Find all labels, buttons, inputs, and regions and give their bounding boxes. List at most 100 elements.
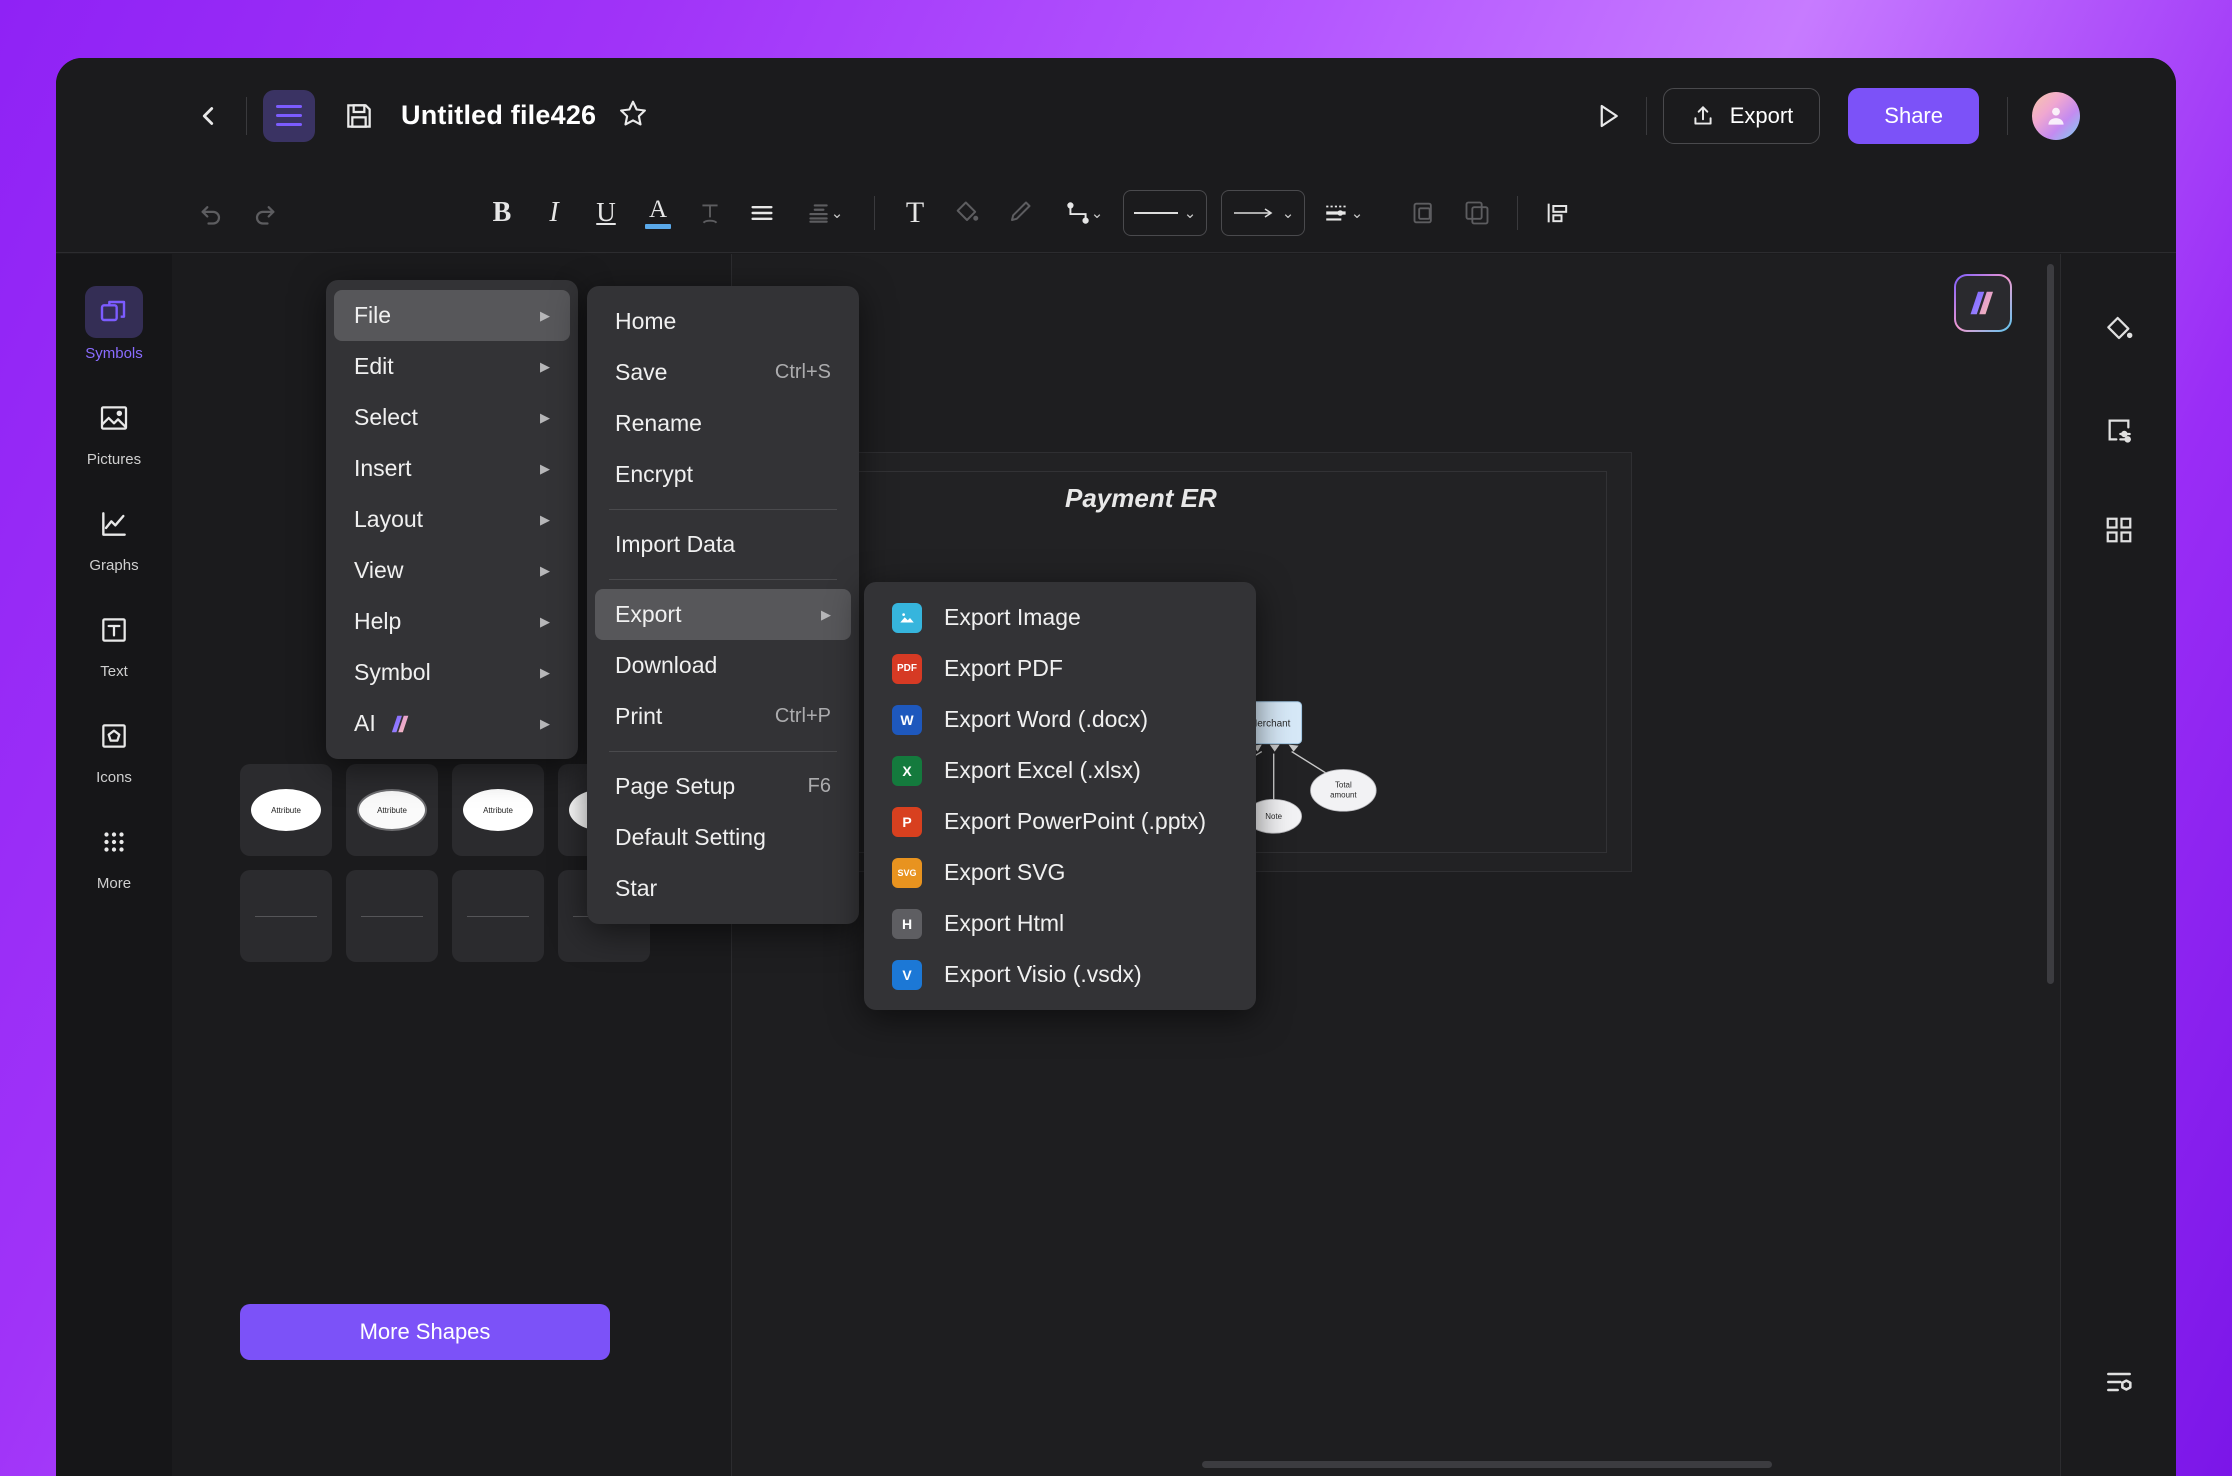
sidebar-item-symbols[interactable]: Symbols [68, 286, 160, 362]
menu-item-star[interactable]: Star [595, 863, 851, 914]
chevron-right-icon: ▶ [540, 511, 550, 527]
menu-item-export-powerpoint[interactable]: P Export PowerPoint (.pptx) [872, 796, 1248, 847]
app-window: Untitled file426 Export Share B I U A ⌄ … [56, 58, 2176, 1476]
sidebar-item-label: Symbols [85, 345, 143, 362]
italic-button[interactable]: I [528, 187, 580, 239]
fill-color-button[interactable] [941, 187, 993, 239]
text-shrink-icon [702, 203, 718, 223]
pictures-icon [100, 406, 128, 430]
list-settings-icon [2106, 1372, 2132, 1392]
toolbar-sep-1 [874, 195, 875, 230]
menu-item-ai[interactable]: AI ▶ [334, 698, 570, 749]
redo-button[interactable] [238, 187, 290, 239]
align-objects-button[interactable] [1532, 187, 1584, 239]
menu-item-symbol[interactable]: Symbol ▶ [334, 647, 570, 698]
brush-button[interactable] [993, 187, 1045, 239]
menu-item-export-word[interactable]: W Export Word (.docx) [872, 694, 1248, 745]
avatar[interactable] [2032, 91, 2080, 140]
menu-item-label: Export Word (.docx) [944, 706, 1149, 732]
shape-thumb[interactable]: Attribute [346, 764, 438, 856]
menu-item-default-setting[interactable]: Default Setting [595, 812, 851, 863]
menu-item-edit[interactable]: Edit ▶ [334, 341, 570, 392]
menu-item-file[interactable]: File ▶ [334, 290, 570, 341]
page-settings-button[interactable] [2093, 404, 2145, 456]
menu-item-export-image[interactable]: Export Image [872, 592, 1248, 643]
menu-item-export[interactable]: Export ▶ [595, 589, 851, 640]
layers-button[interactable] [1451, 187, 1503, 239]
canvas-horizontal-scrollbar[interactable] [1202, 1461, 1772, 1468]
arrow-style-select[interactable]: ⌄ [1221, 189, 1305, 236]
favorite-button[interactable] [618, 98, 648, 133]
menu-item-encrypt[interactable]: Encrypt [595, 449, 851, 500]
menu-item-print[interactable]: Print Ctrl+P [595, 691, 851, 742]
menu-item-select[interactable]: Select ▶ [334, 392, 570, 443]
ai-assistant-button[interactable] [1954, 274, 2012, 332]
chevron-right-icon: ▶ [540, 358, 550, 374]
share-button-label: Share [1884, 102, 1943, 128]
menu-item-export-html[interactable]: H Export Html [872, 898, 1248, 949]
align-button[interactable] [736, 187, 788, 239]
share-button[interactable]: Share [1848, 87, 1979, 144]
more-shapes-button[interactable]: More Shapes [240, 1304, 610, 1360]
menu-item-insert[interactable]: Insert ▶ [334, 443, 570, 494]
line-spacing-button[interactable]: ⌄ [788, 187, 860, 239]
menu-item-download[interactable]: Download [595, 640, 851, 691]
menu-item-help[interactable]: Help ▶ [334, 596, 570, 647]
back-button[interactable] [186, 94, 230, 138]
menu-item-label: AI [354, 710, 376, 736]
main-menu-button[interactable] [263, 89, 315, 142]
line-weight-icon [1325, 205, 1346, 221]
sidebar-item-more[interactable]: More [68, 816, 160, 892]
sidebar-item-text[interactable]: Text [68, 604, 160, 680]
menu-item-home[interactable]: Home [595, 296, 851, 347]
export-button[interactable]: Export [1662, 87, 1821, 144]
line-style-select[interactable]: ⌄ [1123, 189, 1207, 236]
menu-item-import-data[interactable]: Import Data [595, 519, 851, 570]
menu-item-rename[interactable]: Rename [595, 398, 851, 449]
upload-share-icon [1694, 105, 1712, 125]
bold-button[interactable]: B [476, 187, 528, 239]
menu-item-export-pdf[interactable]: PDF Export PDF [872, 643, 1248, 694]
menu-item-export-excel[interactable]: X Export Excel (.xlsx) [872, 745, 1248, 796]
page-settings-icon [2108, 419, 2131, 443]
menu-item-layout[interactable]: Layout ▶ [334, 494, 570, 545]
shape-thumb[interactable] [452, 870, 544, 962]
save-button[interactable] [343, 100, 375, 132]
shape-thumb[interactable]: Attribute [240, 764, 332, 856]
shape-thumb[interactable]: Attribute [452, 764, 544, 856]
ai-sparkle-icon [1970, 291, 1993, 315]
chevron-down-icon: ⌄ [1350, 204, 1364, 222]
duplicate-button[interactable] [1399, 187, 1451, 239]
text-box-button[interactable]: T [889, 187, 941, 239]
align-objects-icon [1547, 203, 1568, 222]
pictures-icon-box [85, 392, 143, 444]
canvas-vertical-scrollbar[interactable] [2047, 264, 2054, 984]
undo-button[interactable] [186, 187, 238, 239]
menu-item-export-svg[interactable]: SVG Export SVG [872, 847, 1248, 898]
text-fit-button[interactable] [684, 187, 736, 239]
menu-item-save[interactable]: Save Ctrl+S [595, 347, 851, 398]
chevron-down-icon: ⌄ [1090, 204, 1104, 222]
sidebar-item-pictures[interactable]: Pictures [68, 392, 160, 468]
sidebar-item-icons[interactable]: Icons [68, 710, 160, 786]
outline-settings-button[interactable] [2093, 1356, 2145, 1408]
panels-button[interactable] [2093, 504, 2145, 556]
present-button[interactable] [1586, 94, 1630, 138]
font-color-button[interactable]: A [632, 187, 684, 239]
menu-item-label: Export Excel (.xlsx) [944, 757, 1141, 783]
menu-item-view[interactable]: View ▶ [334, 545, 570, 596]
shape-thumb[interactable] [240, 870, 332, 962]
connector-style-button[interactable]: ⌄ [1045, 187, 1123, 239]
shape-thumb[interactable] [346, 870, 438, 962]
fill-style-button[interactable] [2093, 304, 2145, 356]
word-file-icon: W [892, 704, 922, 735]
redo-icon [255, 205, 275, 225]
symbols-icon [100, 300, 126, 322]
underline-button[interactable]: U [580, 187, 632, 239]
menu-item-page-setup[interactable]: Page Setup F6 [595, 761, 851, 812]
menu-item-export-visio[interactable]: V Export Visio (.vsdx) [872, 949, 1248, 1000]
chevron-right-icon: ▶ [540, 613, 550, 629]
menu-item-label: Download [615, 652, 718, 678]
sidebar-item-graphs[interactable]: Graphs [68, 498, 160, 574]
line-weight-button[interactable]: ⌄ [1305, 187, 1381, 239]
